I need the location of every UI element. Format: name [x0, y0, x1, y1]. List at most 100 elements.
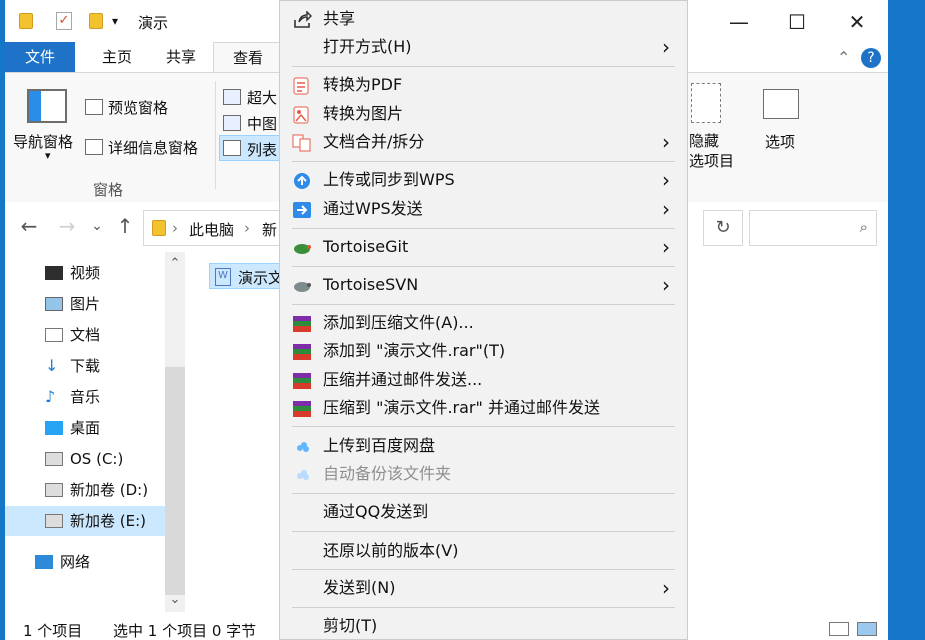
image-icon	[45, 297, 63, 311]
breadcrumb-this-pc[interactable]: 此电脑	[189, 219, 234, 240]
search-input[interactable]: ⌕	[749, 210, 877, 246]
sidebar-item-d-drive[interactable]: 新加卷 (D:)	[5, 475, 165, 505]
item-count: 1 个项目	[23, 622, 83, 640]
sidebar-item-documents[interactable]: 文档	[5, 320, 165, 350]
address-field[interactable]: › 此电脑 › 新	[143, 210, 283, 246]
context-menu-item-send-qq[interactable]: 通过QQ发送到	[280, 498, 689, 526]
context-menu-item-send-to[interactable]: 发送到(N) ›	[280, 574, 689, 602]
submenu-chevron-icon: ›	[662, 35, 670, 59]
context-menu-item-tortoisesvn[interactable]: TortoiseSVN ›	[280, 271, 689, 299]
breadcrumb-new[interactable]: 新	[262, 219, 277, 240]
baidu-cloud-icon	[292, 437, 312, 455]
hide-selected-button[interactable]: 隐藏 选项目	[689, 131, 734, 171]
scroll-down-icon[interactable]: ⌄	[165, 592, 185, 607]
folder-icon[interactable]	[17, 10, 35, 32]
minimize-button[interactable]: —	[719, 8, 759, 36]
preview-pane-button[interactable]: 预览窗格	[108, 97, 168, 118]
sidebar-item-e-drive[interactable]: 新加卷 (E:)	[5, 506, 165, 536]
collapse-ribbon-icon[interactable]: ⌃	[837, 48, 853, 67]
up-icon[interactable]: ↑	[113, 214, 137, 238]
close-button[interactable]: ✕	[837, 8, 877, 36]
quick-access-dropdown-icon[interactable]: ▾	[108, 10, 122, 32]
network-icon	[35, 555, 53, 569]
medium-icons-icon[interactable]	[223, 115, 241, 131]
drive-icon	[45, 483, 63, 497]
forward-icon[interactable]: →	[55, 214, 79, 238]
navigation-pane-dropdown-icon[interactable]: ▾	[45, 149, 51, 162]
context-menu-item-merge-split[interactable]: 文档合并/拆分 ›	[280, 128, 689, 156]
context-menu-item-upload-wps[interactable]: 上传或同步到WPS ›	[280, 166, 689, 194]
navigation-pane-label[interactable]: 导航窗格	[13, 131, 73, 152]
options-button[interactable]: 选项	[765, 131, 795, 152]
sidebar-item-desktop[interactable]: 桌面	[5, 413, 165, 443]
sidebar-item-music[interactable]: ♪ 音乐	[5, 382, 165, 412]
menu-separator	[292, 607, 675, 608]
back-icon[interactable]: ←	[17, 214, 41, 238]
context-menu-label: 通过WPS发送	[323, 199, 423, 218]
menu-separator	[292, 426, 675, 427]
extra-large-icons-button[interactable]: 超大	[247, 87, 277, 108]
context-menu-item-compress-email[interactable]: 压缩并通过邮件发送...	[280, 366, 689, 394]
desktop-icon	[45, 421, 63, 435]
search-icon[interactable]: ⌕	[860, 218, 868, 236]
tab-share[interactable]: 共享	[151, 42, 211, 72]
details-pane-icon[interactable]	[85, 139, 103, 155]
navigation-pane-icon[interactable]	[27, 89, 67, 123]
preview-pane-icon[interactable]	[85, 99, 103, 115]
extra-large-icons-icon[interactable]	[223, 89, 241, 105]
context-menu-label: 上传或同步到WPS	[323, 170, 455, 189]
properties-icon[interactable]: ✓	[55, 10, 73, 32]
help-icon[interactable]: ?	[861, 48, 881, 68]
context-menu: 共享 打开方式(H) › 转换为PDF 转换为图片 文档合并/拆分 › 上传或同步到…	[279, 0, 688, 640]
large-icons-view-icon[interactable]	[857, 622, 877, 636]
scroll-up-icon[interactable]: ⌃	[165, 256, 185, 271]
context-menu-label: 添加到压缩文件(A)...	[323, 313, 474, 332]
context-menu-item-tortoisegit[interactable]: TortoiseGit ›	[280, 233, 689, 261]
navigation-scrollbar[interactable]: ⌃ ⌄	[165, 252, 185, 612]
context-menu-item-convert-image[interactable]: 转换为图片	[280, 100, 689, 128]
options-icon[interactable]	[763, 89, 799, 119]
medium-icons-button[interactable]: 中图	[247, 113, 277, 134]
refresh-icon[interactable]: ↻	[703, 210, 743, 246]
hide-selected-icon[interactable]	[691, 83, 721, 123]
context-menu-item-compress-rar-email[interactable]: 压缩到 "演示文件.rar" 并通过邮件发送	[280, 394, 689, 422]
menu-separator	[292, 531, 675, 532]
context-menu-item-cut[interactable]: 剪切(T)	[280, 612, 689, 640]
sidebar-item-pictures[interactable]: 图片	[5, 289, 165, 319]
list-icon[interactable]	[223, 140, 241, 156]
context-menu-item-add-archive[interactable]: 添加到压缩文件(A)...	[280, 309, 689, 337]
sidebar-item-c-drive[interactable]: OS (C:)	[5, 444, 165, 474]
tab-home[interactable]: 主页	[87, 42, 147, 72]
list-layout-button[interactable]: 列表	[247, 139, 277, 160]
context-menu-item-upload-baidu[interactable]: 上传到百度网盘	[280, 432, 689, 460]
context-menu-item-send-wps[interactable]: 通过WPS发送 ›	[280, 195, 689, 223]
maximize-button[interactable]: ☐	[777, 8, 817, 36]
context-menu-label: 转换为图片	[323, 104, 404, 123]
music-icon: ♪	[45, 387, 56, 406]
sidebar-item-label: 音乐	[70, 388, 101, 406]
scroll-thumb[interactable]	[165, 367, 185, 595]
menu-separator	[292, 493, 675, 494]
menu-separator	[292, 228, 675, 229]
context-menu-item-open-with[interactable]: 打开方式(H) ›	[280, 33, 689, 61]
context-menu-item-add-rar[interactable]: 添加到 "演示文件.rar"(T)	[280, 337, 689, 365]
context-menu-item-share[interactable]: 共享	[280, 5, 689, 33]
context-menu-item-restore-versions[interactable]: 还原以前的版本(V)	[280, 537, 689, 565]
context-menu-label: 还原以前的版本(V)	[323, 541, 459, 560]
sidebar-item-network[interactable]: 网络	[5, 547, 165, 577]
context-menu-item-convert-pdf[interactable]: 转换为PDF	[280, 71, 689, 99]
pdf-convert-icon	[292, 76, 312, 95]
sidebar-item-videos[interactable]: 视频	[5, 258, 165, 288]
details-pane-button[interactable]: 详细信息窗格	[108, 137, 198, 158]
tab-view[interactable]: 查看	[213, 42, 283, 73]
details-view-icon[interactable]	[829, 622, 849, 636]
breadcrumb-separator: ›	[244, 219, 250, 237]
drive-icon	[45, 452, 63, 466]
context-menu-label: 自动备份该文件夹	[323, 464, 452, 483]
new-folder-icon[interactable]	[87, 10, 105, 32]
tab-file[interactable]: 文件	[5, 42, 75, 72]
send-icon	[292, 200, 312, 218]
recent-locations-icon[interactable]: ⌄	[85, 214, 109, 238]
folder-icon	[152, 220, 166, 236]
sidebar-item-downloads[interactable]: ↓ 下载	[5, 351, 165, 381]
